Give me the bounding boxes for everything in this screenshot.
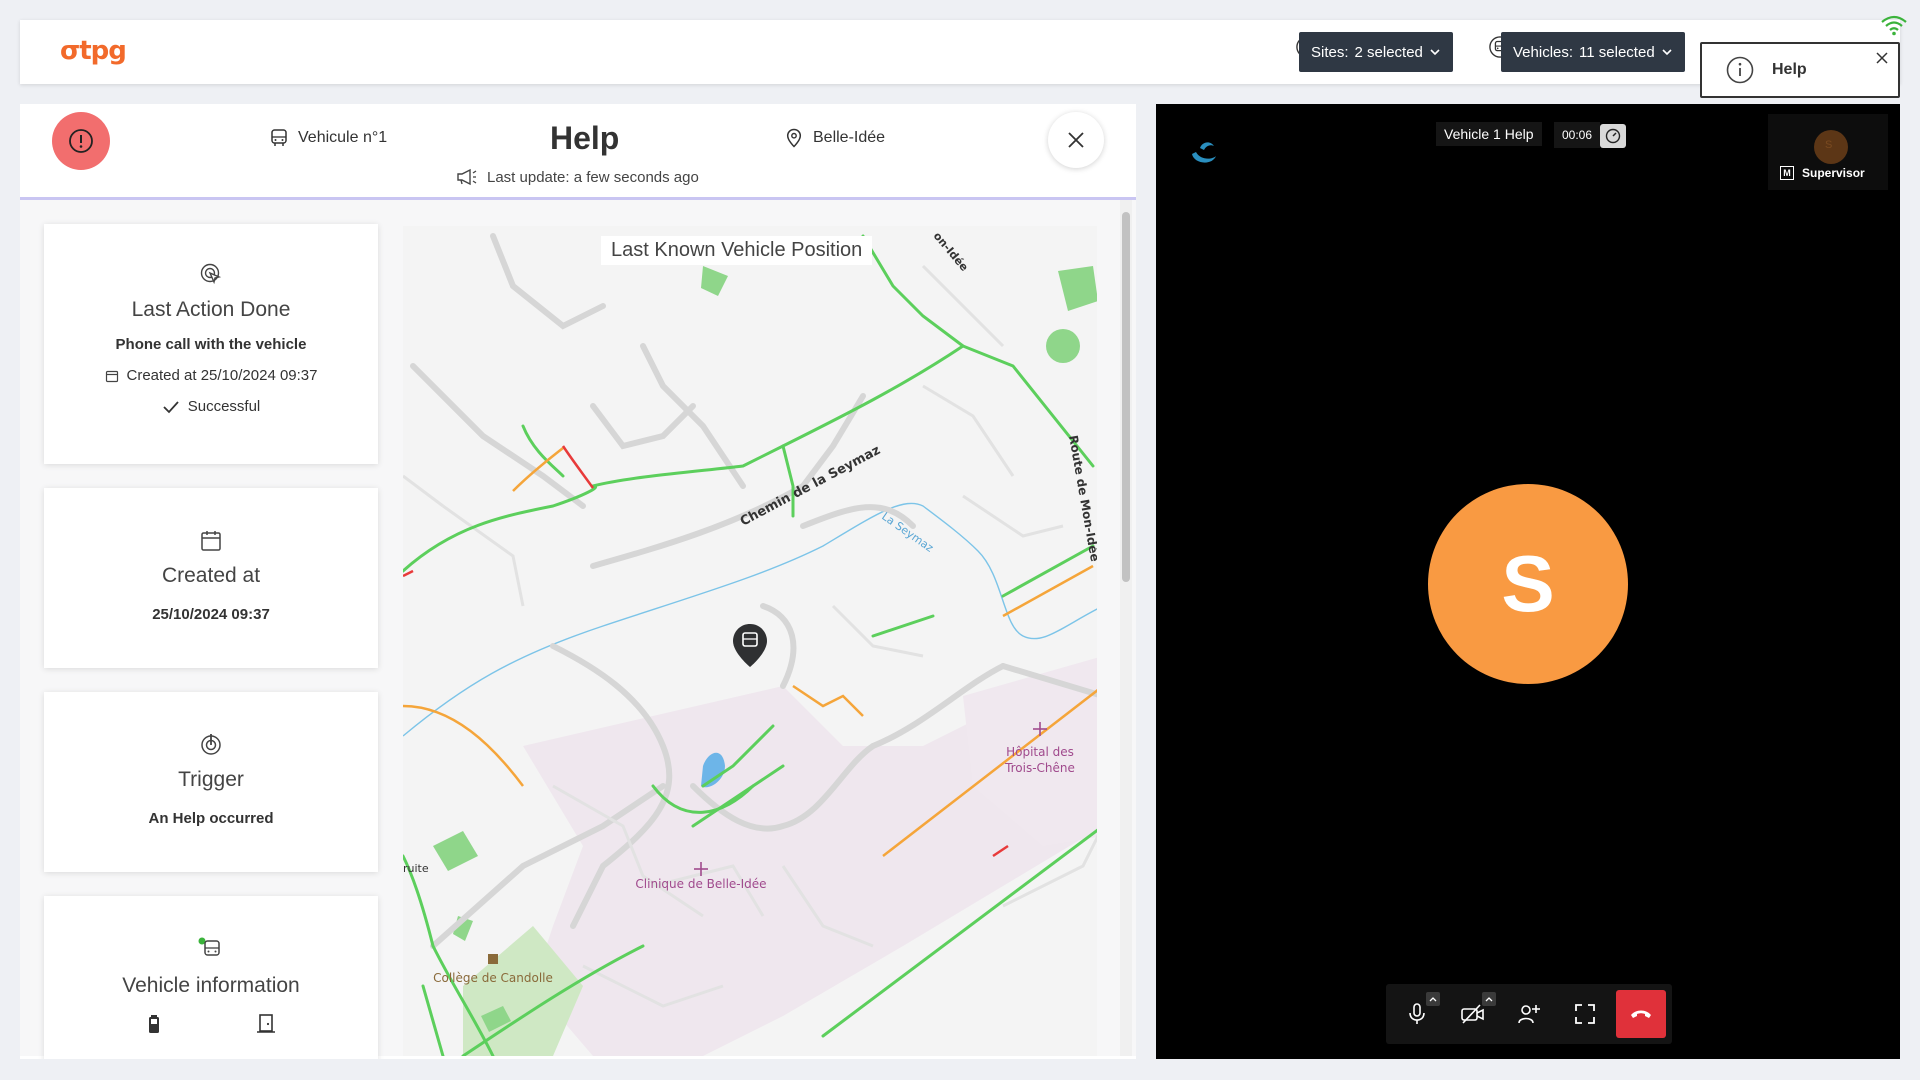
camera-off-icon (1461, 1004, 1484, 1024)
video-call-panel: Vehicle 1 Help 00:06 S M Supervisor S (1156, 104, 1900, 1059)
vehicles-filter-button[interactable]: Vehicles: 11 selected (1501, 32, 1685, 72)
map-label-clinic: Clinique de Belle-Idée (635, 877, 766, 891)
last-action-status: Successful (44, 398, 378, 415)
megaphone-icon (457, 168, 477, 186)
connection-quality-button[interactable] (1600, 124, 1626, 148)
map-canvas[interactable]: Chemin de la Seymaz La Seymaz Route de M… (403, 226, 1097, 1056)
mic-options-caret[interactable] (1426, 992, 1440, 1006)
map-label-edge: ruite (403, 862, 429, 875)
last-action-status-text: Successful (187, 398, 261, 415)
sites-filter-value: 2 selected (1354, 43, 1423, 61)
vehicle-info-title: Vehicle information (122, 974, 300, 997)
door-icon (257, 1014, 275, 1033)
trigger-title: Trigger (178, 768, 244, 791)
close-icon (1068, 132, 1084, 148)
mute-button[interactable] (1392, 990, 1442, 1038)
add-person-icon (1518, 1005, 1540, 1024)
battery-icon (149, 1015, 159, 1033)
header-vehicle-name: Vehicule n°1 (298, 129, 388, 146)
header-site: Belle-Idée (785, 128, 885, 148)
alert-button[interactable] (52, 112, 110, 170)
vehicles-filter-label: Vehicles: (1513, 43, 1574, 61)
participant-mini-avatar: S (1814, 130, 1848, 164)
vehicle-info-card: Vehicle information (44, 896, 378, 1059)
last-action-created-text: Created at 25/10/2024 09:37 (126, 367, 318, 384)
wifi-icon (1881, 15, 1907, 36)
help-panel: Vehicule n°1 Help Belle-Idée Last update… (20, 104, 1136, 1059)
help-toast[interactable]: Help (1700, 42, 1900, 98)
alert-icon (69, 129, 93, 153)
trigger-value: An Help occurred (148, 810, 274, 827)
map-label-hospital-1: Hôpital des (1006, 745, 1074, 759)
fullscreen-button[interactable] (1560, 990, 1610, 1038)
participant-mini-initial: S (1825, 139, 1833, 151)
chevron-up-icon (1485, 997, 1493, 1002)
info-icon (1726, 56, 1754, 84)
sites-filter-label: Sites: (1311, 43, 1349, 61)
camera-options-caret[interactable] (1482, 992, 1496, 1006)
toast-label: Help (1772, 61, 1807, 78)
moderator-badge: M (1780, 166, 1794, 180)
video-app-logo-icon (1192, 142, 1216, 163)
check-icon (163, 400, 179, 413)
call-timer: 00:06 (1554, 122, 1601, 148)
camera-button[interactable] (1448, 990, 1498, 1038)
college-marker (488, 954, 498, 964)
last-update-text: Last update: a few seconds ago (487, 168, 699, 186)
top-bar: σtpg Sites: 2 selected Vehicles: 11 sele… (20, 20, 1900, 84)
hang-up-icon (1631, 1010, 1651, 1018)
vehicle-position-map[interactable]: Chemin de la Seymaz La Seymaz Route de M… (403, 226, 1097, 1056)
header-vehicle: Vehicule n°1 (270, 128, 387, 148)
help-content: Last Action Done Phone call with the veh… (20, 200, 1136, 1059)
chevron-up-icon (1429, 997, 1437, 1002)
last-action-text: Phone call with the vehicle (115, 336, 307, 353)
last-action-created: Created at 25/10/2024 09:37 (44, 367, 378, 384)
map-label-hospital-2: Trois-Chêne (1004, 761, 1075, 775)
created-at-title: Created at (161, 564, 261, 587)
participant-label: M Supervisor (1780, 166, 1865, 180)
last-update: Last update: a few seconds ago (455, 168, 699, 186)
calendar-icon (105, 370, 118, 382)
last-action-title: Last Action Done (131, 298, 291, 321)
cursor-click-icon (200, 263, 222, 285)
header-site-name: Belle-Idée (813, 129, 886, 146)
map-label-college: Collège de Candolle (433, 971, 553, 985)
close-icon[interactable] (1874, 50, 1890, 66)
participant-thumbnail[interactable]: S M Supervisor (1768, 114, 1888, 190)
participant-name: Supervisor (1802, 166, 1865, 180)
trigger-card: Trigger An Help occurred (44, 692, 378, 872)
bus-status-icon (198, 937, 220, 956)
vehicle-info-icons (44, 1014, 378, 1034)
scrollbar-thumb[interactable] (1122, 212, 1130, 582)
help-header: Vehicule n°1 Help Belle-Idée Last update… (20, 104, 1136, 200)
created-at-value: 25/10/2024 09:37 (152, 606, 270, 623)
speaker-avatar: S (1428, 484, 1628, 684)
tpg-logo[interactable]: σtpg (60, 36, 127, 66)
call-toolbar (1386, 984, 1672, 1044)
vehicles-filter-value: 11 selected (1579, 43, 1655, 61)
fullscreen-icon (1575, 1004, 1595, 1024)
sites-filter-button[interactable]: Sites: 2 selected (1299, 32, 1453, 72)
call-title: Vehicle 1 Help (1436, 122, 1542, 146)
microphone-icon (1409, 1003, 1425, 1024)
bus-icon (271, 129, 287, 146)
content-scrollbar[interactable] (1120, 200, 1132, 1056)
gauge-icon (1605, 128, 1621, 144)
page-title: Help (550, 120, 620, 156)
location-pin-icon (786, 128, 802, 148)
calendar-icon (201, 531, 221, 551)
invite-button[interactable] (1504, 990, 1554, 1038)
map-title: Last Known Vehicle Position (601, 236, 873, 265)
created-at-card: Created at 25/10/2024 09:37 (44, 488, 378, 668)
chevron-down-icon (1430, 49, 1440, 56)
hang-up-button[interactable] (1616, 990, 1666, 1038)
close-help-button[interactable] (1048, 112, 1104, 168)
trigger-icon (201, 734, 221, 755)
last-action-card: Last Action Done Phone call with the veh… (44, 224, 378, 464)
chevron-down-icon (1662, 49, 1672, 56)
